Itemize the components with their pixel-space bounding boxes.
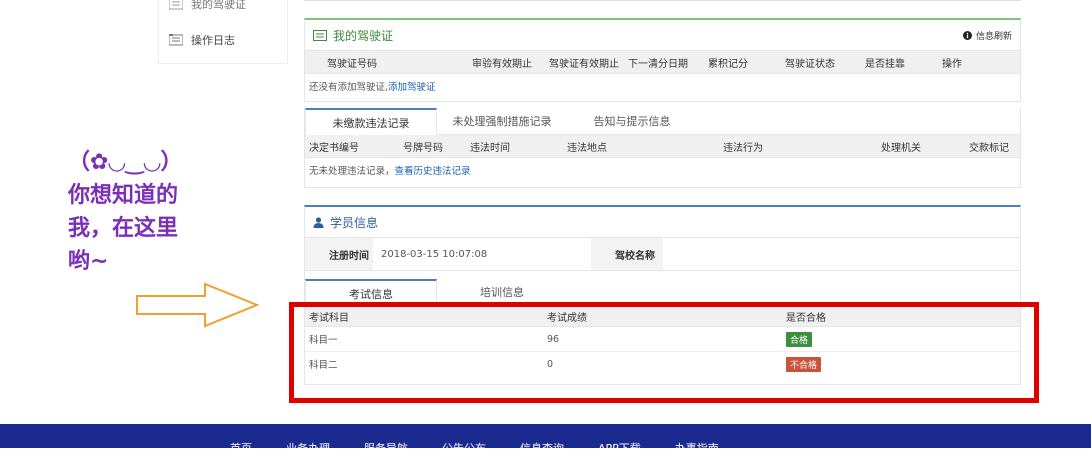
license-panel-title: 我的驾驶证	[333, 28, 394, 43]
column-header: 审验有效期止	[472, 58, 532, 70]
column-header: 驾驶证状态	[785, 58, 835, 70]
add-license-link[interactable]: 添加驾驶证	[388, 79, 436, 93]
column-header: 交款标记	[969, 142, 1009, 154]
sidebar-item-label: 操作日志	[191, 34, 235, 47]
reg-time-label: 注册时间	[305, 238, 373, 270]
log-icon	[169, 34, 183, 46]
violation-table-header: 决定书编号 号牌号码 违法时间 违法地点 违法行为 处理机关 交款标记	[305, 135, 1020, 158]
column-header: 违法时间	[470, 142, 510, 154]
footer-nav-query[interactable]: 信息查询	[520, 440, 564, 456]
column-header: 驾驶证有效期止	[549, 58, 619, 70]
footer: 首页 业务办理 服务导航 公告公布 信息查询 APP下载 办事指南	[0, 424, 1091, 455]
license-panel: 我的驾驶证 信息刷新 驾驶证号码 审验有效期止 驾驶证有效期止 下一清分日期 累…	[304, 18, 1021, 102]
reg-time-value: 2018-03-15 10:07:08	[381, 248, 488, 260]
sidebar-item-license[interactable]: 我的驾驶证	[159, 0, 287, 14]
violation-panel: 未缴款违法记录 未处理强制措施记录 告知与提示信息 决定书编号 号牌号码 违法时…	[304, 108, 1021, 188]
violation-tabs: 未缴款违法记录 未处理强制措施记录 告知与提示信息	[305, 108, 1020, 135]
student-panel-title: 学员信息	[330, 215, 379, 230]
footer-nav-home[interactable]: 首页	[230, 440, 252, 456]
school-name-label: 驾校名称	[591, 238, 663, 270]
annotation-line: 我，在这里	[68, 216, 179, 241]
history-violations-link[interactable]: 查看历史违法记录	[395, 163, 471, 177]
tab-unpaid-violations[interactable]: 未缴款违法记录	[305, 108, 437, 135]
highlight-box	[289, 302, 1039, 403]
sidebar-item-label: 我的驾驶证	[191, 0, 246, 11]
column-header: 处理机关	[881, 142, 921, 154]
footer-nav-service[interactable]: 服务导航	[364, 440, 408, 456]
tab-enforcement-records[interactable]: 未处理强制措施记录	[437, 108, 567, 134]
column-header: 决定书编号	[309, 142, 359, 154]
column-header: 下一清分日期	[628, 58, 688, 70]
column-header: 驾驶证号码	[327, 58, 377, 70]
arrow-right-icon	[136, 282, 260, 328]
student-panel-header: 学员信息	[305, 207, 1020, 237]
license-panel-header: 我的驾驶证 信息刷新	[305, 20, 1020, 50]
id-card-icon	[313, 29, 327, 41]
refresh-button[interactable]: 信息刷新	[962, 29, 1012, 42]
column-header: 违法地点	[567, 142, 607, 154]
empty-text: 还没有添加驾驶证,	[309, 82, 389, 93]
user-icon	[313, 216, 324, 228]
column-header: 累积记分	[708, 58, 748, 70]
school-name-value	[663, 238, 1020, 270]
registration-row: 注册时间 2018-03-15 10:07:08 驾校名称	[305, 237, 1020, 271]
panel-divider	[304, 0, 1021, 1]
sidebar-item-operation-log[interactable]: 操作日志	[159, 30, 287, 50]
column-header: 操作	[942, 58, 962, 70]
footer-nav-guide[interactable]: 办事指南	[675, 440, 719, 456]
empty-text: 无未处理违法记录，	[309, 166, 395, 177]
footer-nav: 首页 业务办理 服务导航 公告公布 信息查询 APP下载 办事指南	[230, 440, 719, 456]
annotation-text: （✿◡‿◡） 你想知道的 我，在这里 哟~	[68, 146, 183, 278]
license-empty-row: 还没有添加驾驶证, 添加驾驶证	[305, 74, 1020, 98]
license-table-header: 驾驶证号码 审验有效期止 驾驶证有效期止 下一清分日期 累积记分 驾驶证状态 是…	[305, 50, 1020, 74]
annotation-line: 哟~	[68, 249, 109, 274]
list-icon	[169, 0, 183, 10]
footer-nav-business[interactable]: 业务办理	[286, 440, 330, 456]
tab-notices[interactable]: 告知与提示信息	[567, 108, 697, 134]
footer-nav-app[interactable]: APP下载	[598, 440, 641, 456]
column-header: 违法行为	[723, 142, 763, 154]
footer-nav-notice[interactable]: 公告公布	[442, 440, 486, 456]
annotation-line: 你想知道的	[68, 183, 179, 208]
sidebar: 我的驾驶证 操作日志	[158, 0, 288, 64]
annotation-kaomoji: （✿◡‿◡）	[68, 150, 183, 175]
violation-empty-row: 无未处理违法记录， 查看历史违法记录	[305, 158, 1020, 182]
refresh-label: 信息刷新	[975, 31, 1012, 42]
info-icon	[962, 30, 972, 40]
column-header: 号牌号码	[403, 142, 443, 154]
column-header: 是否挂靠	[865, 58, 905, 70]
